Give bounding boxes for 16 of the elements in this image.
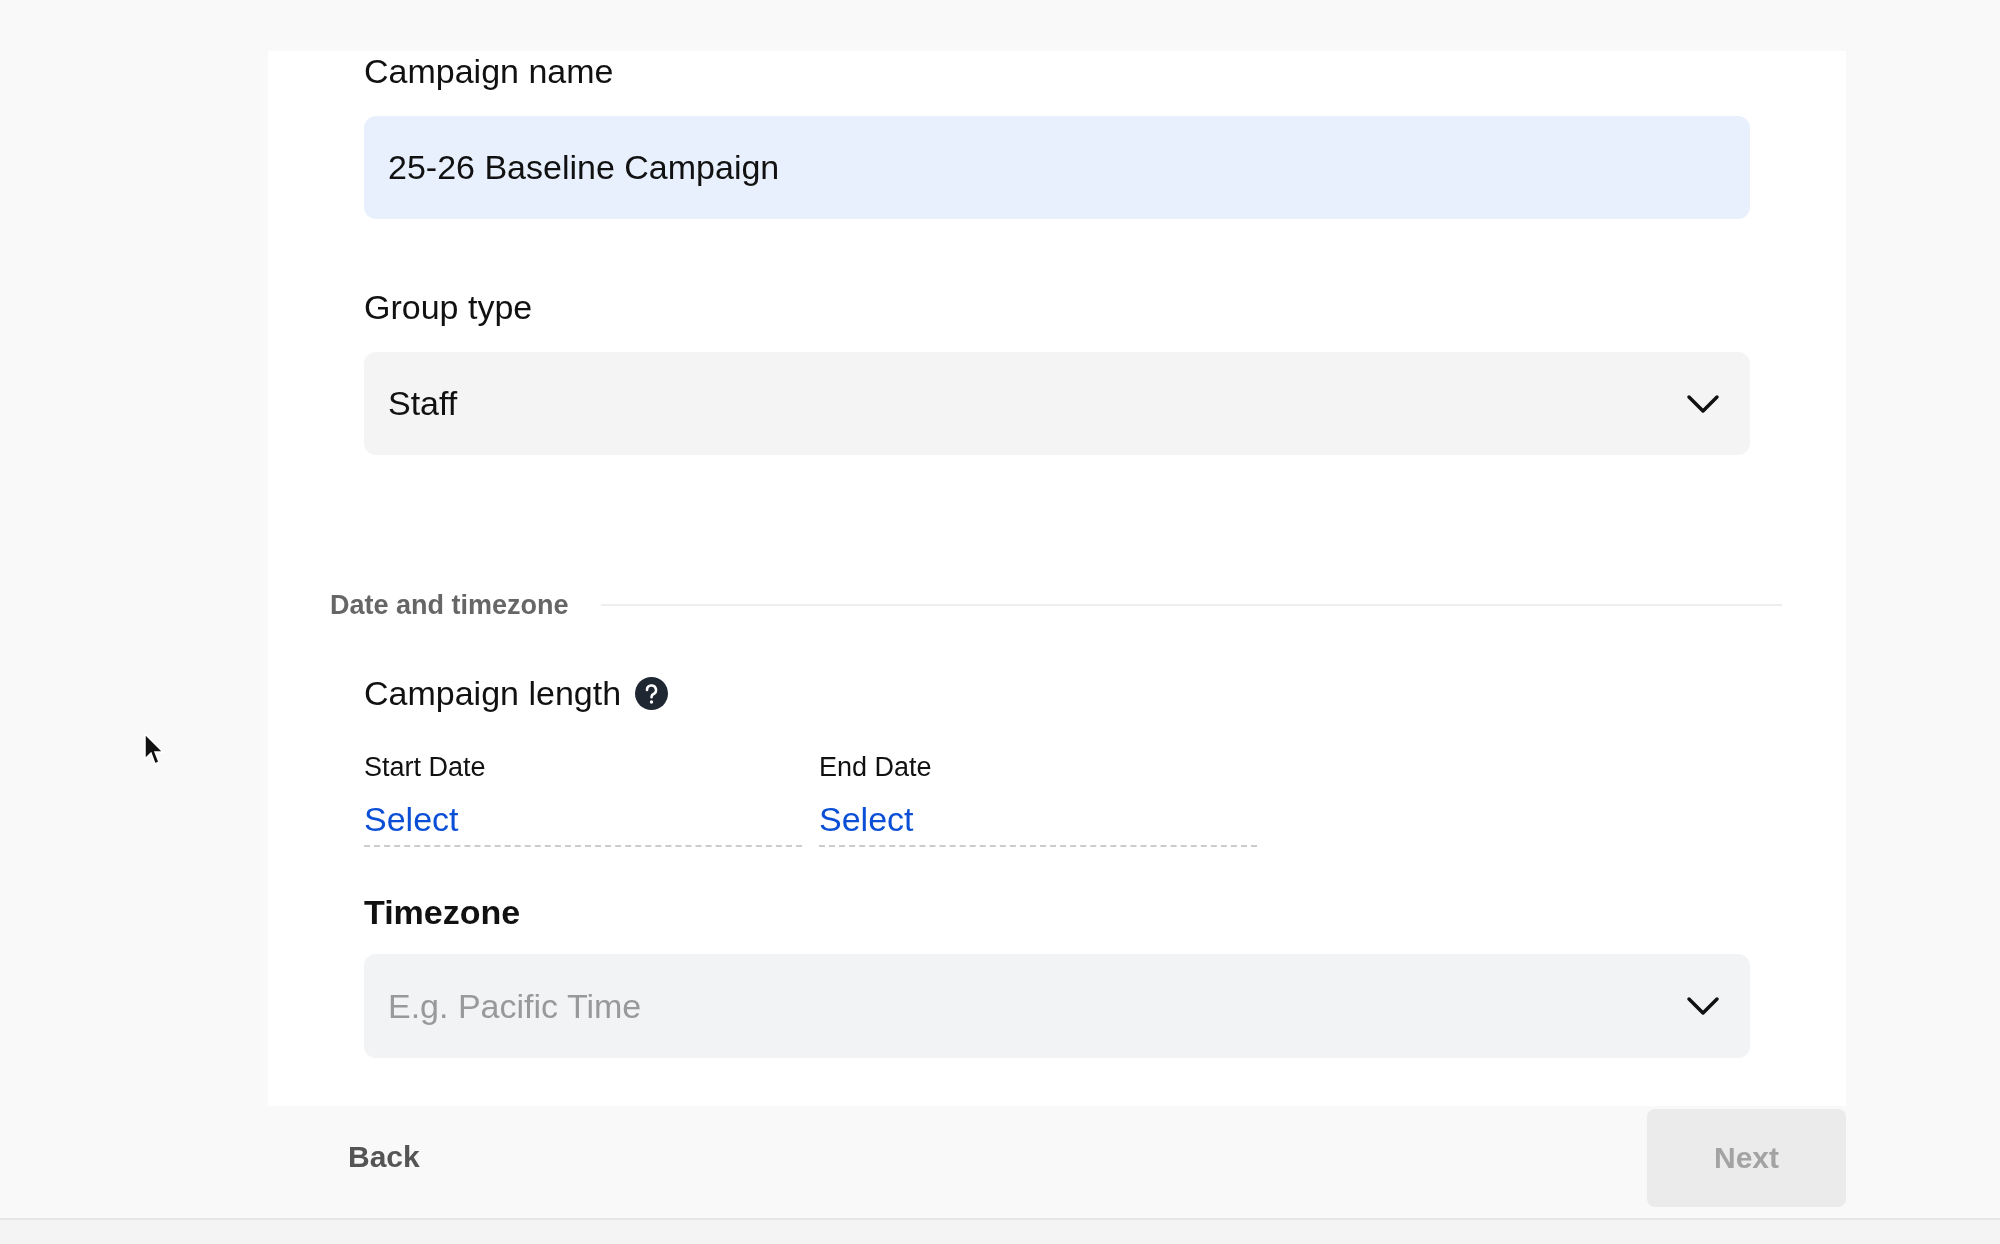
field-label: Group type xyxy=(364,287,534,327)
date-label: Start Date xyxy=(364,751,487,783)
mouse-pointer-icon xyxy=(144,733,166,767)
field-label: Campaign name xyxy=(364,51,615,91)
date-select-link[interactable]: Select xyxy=(364,799,802,847)
text-input-field[interactable]: 25-26 Baseline Campaign xyxy=(364,116,1750,219)
help-icon[interactable] xyxy=(635,676,669,710)
field-label: Campaign length xyxy=(364,673,622,713)
section-heading: Date and timezone xyxy=(330,589,569,622)
date-select-link[interactable]: Select xyxy=(819,799,1257,847)
chevron-down-icon xyxy=(1686,996,1720,1016)
field-label: Timezone xyxy=(364,892,522,932)
dropdown-field[interactable]: Staff xyxy=(364,352,1750,455)
chevron-down-icon xyxy=(1686,393,1720,414)
back-button[interactable]: Back xyxy=(348,1139,420,1174)
date-label: End Date xyxy=(819,751,933,783)
